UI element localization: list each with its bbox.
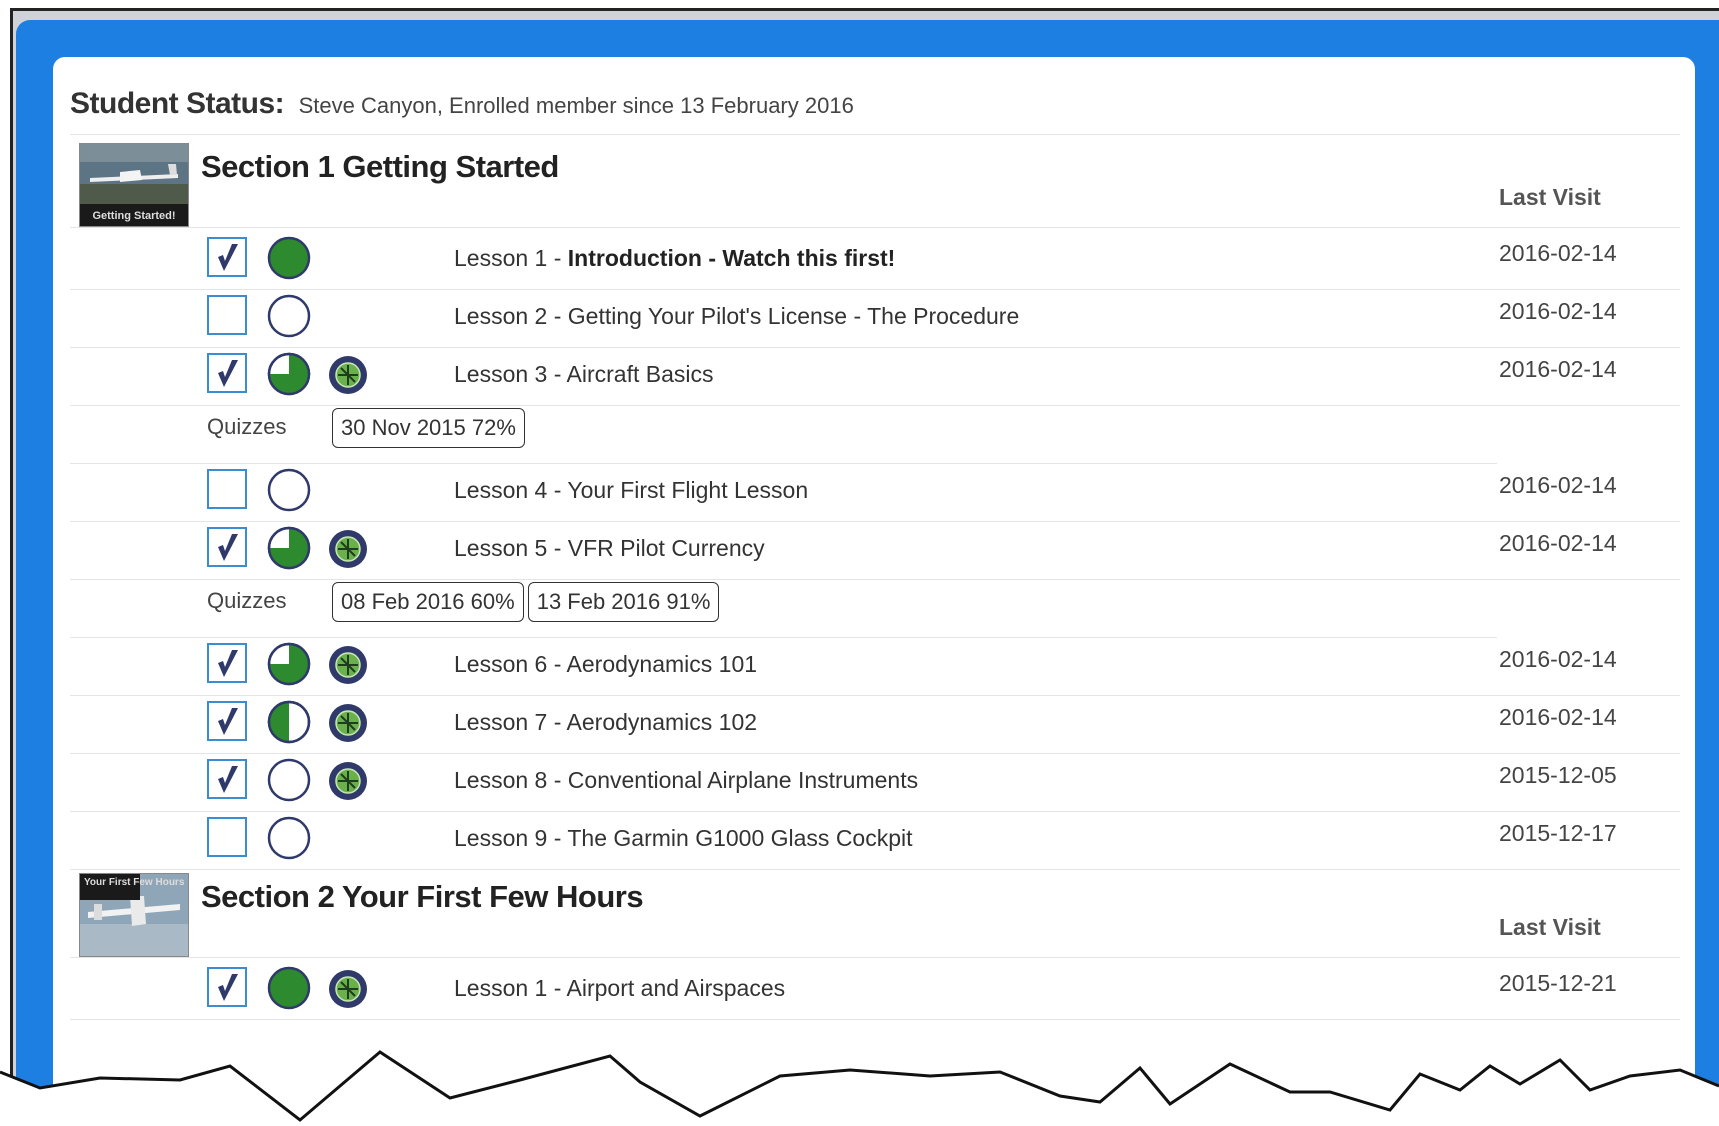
lesson-row[interactable]: Lesson 5 - VFR Pilot Currency 2016-02-14 xyxy=(70,517,1680,580)
quiz-result-chip[interactable]: 30 Nov 2015 72% xyxy=(332,408,525,448)
lesson-link[interactable]: Lesson 3 - Aircraft Basics xyxy=(454,361,714,388)
section-thumbnail[interactable]: Getting Started! xyxy=(79,143,189,227)
lesson-row[interactable]: Lesson 6 - Aerodynamics 101 2016-02-14 xyxy=(70,633,1680,696)
lesson-link[interactable]: Lesson 6 - Aerodynamics 101 xyxy=(454,651,757,678)
progress-pie-icon xyxy=(267,526,311,570)
lesson-row[interactable]: Lesson 2 - Getting Your Pilot's License … xyxy=(70,285,1680,348)
checkmark-icon xyxy=(218,708,238,735)
completion-checkbox[interactable] xyxy=(207,701,247,741)
last-visit-date: 2015-12-05 xyxy=(1499,762,1617,788)
progress-pie-icon xyxy=(267,816,311,860)
lesson-link[interactable]: Lesson 7 - Aerodynamics 102 xyxy=(454,709,757,736)
completion-checkbox[interactable] xyxy=(207,237,247,277)
lesson-link[interactable]: Lesson 5 - VFR Pilot Currency xyxy=(454,535,765,562)
completion-checkbox[interactable] xyxy=(207,527,247,567)
progress-pie-icon xyxy=(267,700,311,744)
torn-edge xyxy=(0,1050,1719,1126)
lesson-row[interactable]: Lesson 4 - Your First Flight Lesson 2016… xyxy=(70,459,1680,522)
last-visit-header: Last Visit xyxy=(1499,184,1601,210)
completion-checkbox[interactable] xyxy=(207,353,247,393)
student-status: Student Status: Steve Canyon, Enrolled m… xyxy=(70,87,1680,135)
thumbnail-caption: Getting Started! xyxy=(92,210,175,222)
quiz-result-chip[interactable]: 08 Feb 2016 60% xyxy=(332,582,524,622)
thumbnail-caption: Your First Few Hours xyxy=(84,877,185,888)
lesson-link[interactable]: Lesson 9 - The Garmin G1000 Glass Cockpi… xyxy=(454,825,913,852)
last-visit-date: 2016-02-14 xyxy=(1499,704,1617,730)
student-status-value: Steve Canyon, Enrolled member since 13 F… xyxy=(298,93,854,118)
last-visit-date: 2016-02-14 xyxy=(1499,530,1617,556)
student-status-label: Student Status: xyxy=(70,87,285,120)
quizzes-label: Quizzes xyxy=(207,588,287,613)
checkmark-icon xyxy=(218,534,238,561)
lesson-row[interactable]: Lesson 7 - Aerodynamics 102 2016-02-14 xyxy=(70,691,1680,754)
completion-checkbox[interactable] xyxy=(207,759,247,799)
progress-pie-icon xyxy=(267,294,311,338)
last-visit-date: 2015-12-17 xyxy=(1499,820,1617,846)
quiz-badge-icon[interactable] xyxy=(328,703,368,743)
progress-pie-icon xyxy=(267,352,311,396)
lesson-link[interactable]: Lesson 2 - Getting Your Pilot's License … xyxy=(454,303,1019,330)
checkmark-icon xyxy=(218,360,238,387)
quiz-row: Quizzes 30 Nov 2015 72% xyxy=(70,401,1497,464)
quiz-results: 08 Feb 2016 60% 13 Feb 2016 91% xyxy=(332,582,723,622)
checkmark-icon xyxy=(218,766,238,793)
quiz-result-chip[interactable]: 13 Feb 2016 91% xyxy=(527,582,720,622)
lesson-row[interactable]: Lesson 8 - Conventional Airplane Instrum… xyxy=(70,749,1680,812)
quiz-badge-icon[interactable] xyxy=(328,355,368,395)
quizzes-label: Quizzes xyxy=(207,414,287,439)
last-visit-date: 2016-02-14 xyxy=(1499,240,1617,266)
last-visit-header: Last Visit xyxy=(1499,914,1601,940)
last-visit-date: 2016-02-14 xyxy=(1499,356,1617,382)
checkmark-icon xyxy=(218,244,238,271)
quiz-results: 30 Nov 2015 72% xyxy=(332,408,529,448)
checkmark-icon xyxy=(218,650,238,677)
quiz-badge-icon[interactable] xyxy=(328,761,368,801)
completion-checkbox[interactable] xyxy=(207,469,247,509)
lesson-link[interactable]: Lesson 1 - Introduction - Watch this fir… xyxy=(454,245,895,272)
lesson-link[interactable]: Lesson 4 - Your First Flight Lesson xyxy=(454,477,808,504)
progress-pie-icon xyxy=(267,468,311,512)
section-title: Section 2 Your First Few Hours xyxy=(201,879,644,914)
lesson-row[interactable]: Lesson 9 - The Garmin G1000 Glass Cockpi… xyxy=(70,807,1680,870)
lesson-link[interactable]: Lesson 8 - Conventional Airplane Instrum… xyxy=(454,767,918,794)
quiz-badge-icon[interactable] xyxy=(328,645,368,685)
last-visit-date: 2016-02-14 xyxy=(1499,472,1617,498)
completion-checkbox[interactable] xyxy=(207,643,247,683)
lesson-row[interactable]: Lesson 3 - Aircraft Basics 2016-02-14 xyxy=(70,343,1680,406)
quiz-row: Quizzes 08 Feb 2016 60% 13 Feb 2016 91% xyxy=(70,575,1497,638)
lesson-row[interactable]: Lesson 1 - Introduction - Watch this fir… xyxy=(70,227,1680,290)
quiz-badge-icon[interactable] xyxy=(328,529,368,569)
progress-pie-icon xyxy=(267,758,311,802)
completion-checkbox[interactable] xyxy=(207,295,247,335)
progress-pie-icon xyxy=(267,642,311,686)
last-visit-date: 2016-02-14 xyxy=(1499,646,1617,672)
completion-checkbox[interactable] xyxy=(207,817,247,857)
progress-pie-icon xyxy=(267,236,311,280)
section-header: Getting Started! Section 1 Getting Start… xyxy=(70,135,1680,228)
last-visit-date: 2016-02-14 xyxy=(1499,298,1617,324)
section-title: Section 1 Getting Started xyxy=(201,149,559,184)
